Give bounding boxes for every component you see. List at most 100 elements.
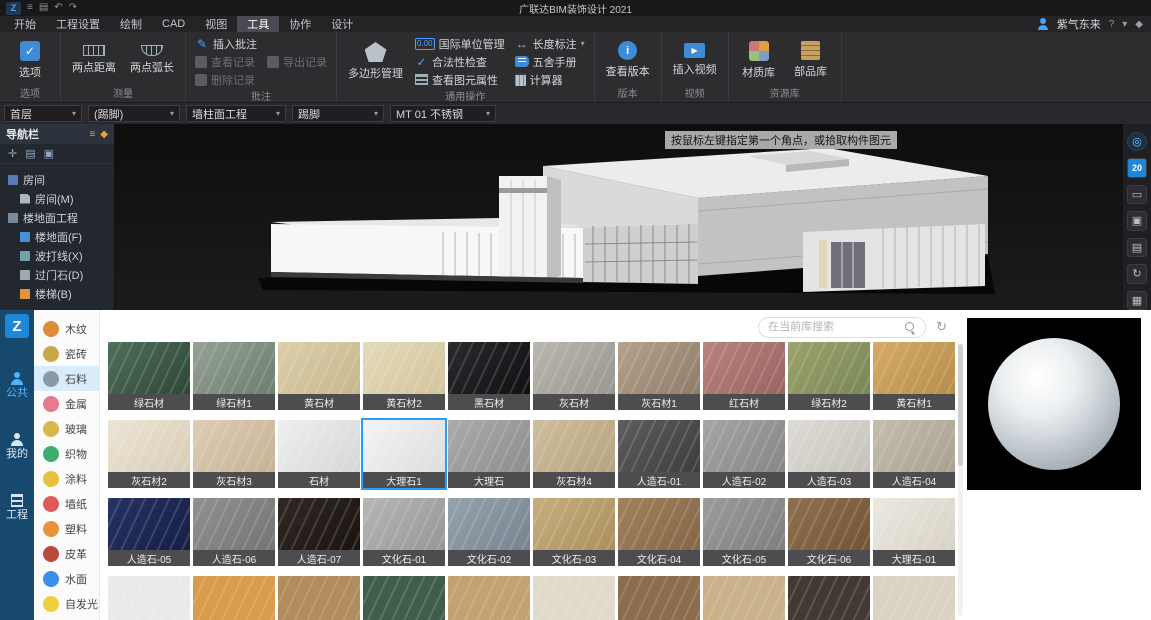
category-item-0[interactable]: 木纹	[34, 316, 99, 341]
menu-icon[interactable]: ≡	[27, 3, 33, 13]
category-item-6[interactable]: 涂料	[34, 466, 99, 491]
category-item-3[interactable]: 金属	[34, 391, 99, 416]
material-tile[interactable]: 文化石-02	[448, 498, 530, 566]
insert-annotation-button[interactable]: ✎ 插入批注	[193, 35, 259, 52]
material-tile[interactable]: 绿石材	[108, 342, 190, 410]
context-dropdown-3[interactable]: 踢脚▾	[292, 105, 384, 122]
tree-item-threshold-stone-d[interactable]: 过门石(D)	[0, 265, 114, 284]
two-point-arc-button[interactable]: 两点弧长	[126, 43, 178, 77]
menu-tab-2[interactable]: 绘制	[110, 16, 152, 32]
materials-scrollbar[interactable]	[958, 344, 963, 616]
material-tile-partial-1[interactable]	[193, 576, 275, 620]
tree-item-floor-f[interactable]: 楼地面(F)	[0, 227, 114, 246]
orbit-view-button[interactable]: ◎	[1127, 132, 1147, 151]
tree-group-floor-work[interactable]: 楼地面工程	[0, 208, 114, 227]
context-dropdown-4[interactable]: MT 01 不锈钢▾	[390, 105, 496, 122]
view-element-properties-button[interactable]: 查看图元属性	[413, 71, 507, 88]
context-dropdown-2[interactable]: 墙柱面工程▾	[186, 105, 286, 122]
validity-check-button[interactable]: ✓ 合法性检查	[413, 53, 507, 70]
fit-view-button[interactable]: ▭	[1127, 185, 1147, 204]
help-icon[interactable]: ?	[1109, 19, 1115, 30]
material-library-button[interactable]: 材质库	[736, 39, 782, 82]
material-tile[interactable]: 灰石材3	[193, 420, 275, 488]
rounding-manual-button[interactable]: 五舍手册	[513, 53, 587, 70]
delete-records-button[interactable]: 删除记录	[193, 71, 259, 88]
category-item-10[interactable]: 水面	[34, 566, 99, 591]
category-item-7[interactable]: 墙纸	[34, 491, 99, 516]
3d-viewport[interactable]: 按鼠标左键指定第一个角点，或拾取构件图元	[115, 124, 1123, 310]
iso-view-button[interactable]: ▣	[1127, 211, 1147, 230]
material-tile-partial-2[interactable]	[278, 576, 360, 620]
material-tile[interactable]: 人造石-03	[788, 420, 870, 488]
material-tile[interactable]: 灰石材	[533, 342, 615, 410]
material-tile[interactable]: 大理石1	[363, 420, 445, 488]
menu-tab-5[interactable]: 工具	[237, 16, 279, 32]
layers-icon[interactable]: ▣	[44, 147, 54, 160]
options-button[interactable]: ✓ 选项	[7, 39, 53, 82]
tree-item-wave-line-x[interactable]: 波打线(X)	[0, 246, 114, 265]
calculator-button[interactable]: 计算器	[513, 71, 587, 88]
category-item-1[interactable]: 瓷砖	[34, 341, 99, 366]
tree-item-stairs-b[interactable]: 楼梯(B)	[0, 284, 114, 303]
tree-item-room-m[interactable]: 房间(M)	[0, 189, 114, 208]
context-dropdown-1[interactable]: (踢脚)▾	[88, 105, 180, 122]
hamburger-icon[interactable]: ≡	[89, 129, 95, 140]
view-records-button[interactable]: 查看记录	[193, 53, 259, 70]
material-tile[interactable]: 人造石-06	[193, 498, 275, 566]
material-tile[interactable]: 黄石材2	[363, 342, 445, 410]
material-tile[interactable]: 黄石材	[278, 342, 360, 410]
material-tile[interactable]: 石材	[278, 420, 360, 488]
tab-public[interactable]: 公共	[6, 372, 28, 399]
pin-icon[interactable]: ◆	[1135, 19, 1143, 30]
material-tile[interactable]: 文化石-01	[363, 498, 445, 566]
refresh-icon[interactable]: ↻	[936, 319, 947, 335]
category-item-8[interactable]: 塑料	[34, 516, 99, 541]
chevron-down-icon[interactable]: ▾	[1122, 19, 1127, 30]
grid-view-button[interactable]: ▦	[1127, 291, 1147, 310]
menu-tab-7[interactable]: 设计	[321, 16, 363, 32]
material-tile[interactable]: 人造石-07	[278, 498, 360, 566]
material-tile[interactable]: 文化石-05	[703, 498, 785, 566]
category-item-4[interactable]: 玻璃	[34, 416, 99, 441]
menu-tab-4[interactable]: 视图	[195, 16, 237, 32]
material-tile[interactable]: 人造石-02	[703, 420, 785, 488]
category-item-11[interactable]: 自发光	[34, 591, 99, 616]
material-tile[interactable]: 灰石材1	[618, 342, 700, 410]
material-tile[interactable]: 绿石材2	[788, 342, 870, 410]
international-units-button[interactable]: 0.00 国际单位管理	[413, 35, 507, 52]
polygon-manager-button[interactable]: 多边形管理	[344, 40, 407, 83]
view-version-button[interactable]: i 查看版本	[602, 39, 654, 81]
insert-video-button[interactable]: ▶ 插入视频	[669, 41, 721, 79]
material-tile[interactable]: 人造石-04	[873, 420, 955, 488]
undo-icon[interactable]: ↶	[54, 3, 62, 13]
material-tile[interactable]: 红石材	[703, 342, 785, 410]
redo-icon[interactable]: ↷	[69, 3, 77, 13]
add-icon[interactable]: ✛	[8, 147, 17, 160]
material-tile[interactable]: 绿石材1	[193, 342, 275, 410]
material-tile[interactable]: 灰石材2	[108, 420, 190, 488]
export-records-button[interactable]: 导出记录	[265, 53, 329, 70]
material-tile[interactable]: 文化石-03	[533, 498, 615, 566]
material-tile-partial-4[interactable]	[448, 576, 530, 620]
layout-view-button[interactable]: ▤	[1127, 238, 1147, 257]
building-model[interactable]	[243, 136, 1003, 304]
menu-tab-1[interactable]: 工程设置	[46, 16, 110, 32]
category-item-9[interactable]: 皮革	[34, 541, 99, 566]
search-icon[interactable]	[904, 321, 916, 333]
save-icon[interactable]: ▤	[39, 3, 48, 13]
length-dimension-button[interactable]: ↔ 长度标注 ▾	[513, 35, 587, 52]
pin-icon[interactable]: ◆	[100, 129, 108, 140]
tab-mine[interactable]: 我的	[6, 433, 28, 460]
material-tile[interactable]: 大理石-01	[873, 498, 955, 566]
parts-library-button[interactable]: 部品库	[788, 39, 834, 81]
menu-tab-0[interactable]: 开始	[4, 16, 46, 32]
two-point-distance-button[interactable]: 两点距离	[68, 43, 120, 77]
category-item-5[interactable]: 织物	[34, 441, 99, 466]
material-tile-partial-3[interactable]	[363, 576, 445, 620]
material-tile[interactable]: 文化石-04	[618, 498, 700, 566]
material-tile-partial-9[interactable]	[873, 576, 955, 620]
material-tile[interactable]: 黑石材	[448, 342, 530, 410]
material-tile-partial-0[interactable]	[108, 576, 190, 620]
material-tile[interactable]: 文化石-06	[788, 498, 870, 566]
tab-project[interactable]: 工程	[6, 494, 28, 521]
